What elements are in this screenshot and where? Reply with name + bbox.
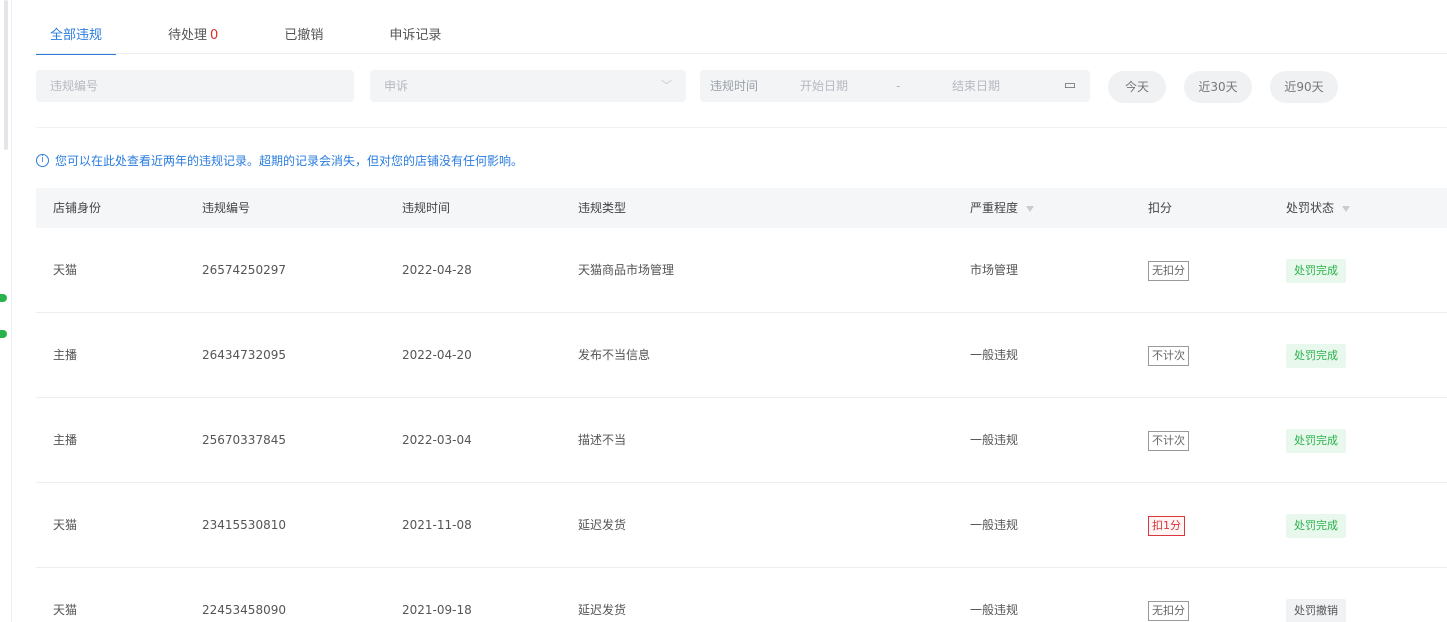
- filter-icon[interactable]: [1342, 205, 1351, 212]
- cell-severity: 一般违规: [970, 433, 1019, 447]
- cell-status: 处罚完成: [1286, 398, 1346, 483]
- cell-shop: 主播: [53, 348, 78, 362]
- cell-time: 2022-04-28: [402, 263, 472, 277]
- col-id-header: 违规编号: [202, 201, 251, 215]
- points-tag: 扣1分: [1148, 515, 1185, 536]
- cell-time: 2021-09-18: [402, 603, 472, 617]
- cell-severity: 一般违规: [970, 518, 1019, 532]
- col-type-header: 违规类型: [578, 201, 627, 215]
- cell-type: 描述不当: [578, 433, 627, 447]
- tab-revoked[interactable]: 已撤销: [270, 14, 337, 54]
- table-row: 天猫 22453458090 2021-09-18 延迟发货 一般违规 无扣分 …: [36, 568, 1447, 622]
- end-date-input[interactable]: 结束日期: [952, 70, 1000, 102]
- status-badge: 处罚完成: [1286, 513, 1346, 538]
- header-label: 处罚状态: [1286, 201, 1335, 215]
- tab-pending[interactable]: 待处理 0: [154, 14, 232, 54]
- left-rail: [0, 0, 12, 622]
- cell-points: 不计次: [1148, 313, 1189, 398]
- last-30-days-button[interactable]: 近30天: [1184, 71, 1252, 103]
- cell-id: 23415530810: [202, 518, 286, 532]
- cell-severity: 一般违规: [970, 603, 1019, 617]
- cell-shop: 天猫: [53, 603, 78, 617]
- cell-points: 无扣分: [1148, 228, 1189, 313]
- table-row: 主播 25670337845 2022-03-04 描述不当 一般违规 不计次 …: [36, 398, 1447, 483]
- select-value: 申诉: [384, 79, 409, 93]
- tab-appeal-records[interactable]: 申诉记录: [375, 14, 455, 54]
- chevron-down-icon: ﹀: [661, 79, 672, 92]
- cell-shop: 天猫: [53, 518, 78, 532]
- cell-severity: 一般违规: [970, 348, 1019, 362]
- cell-severity: 市场管理: [970, 263, 1019, 277]
- filter-icon[interactable]: [1026, 205, 1035, 212]
- cell-id: 26434732095: [202, 348, 286, 362]
- tab-label: 待处理: [168, 28, 208, 43]
- status-badge: 处罚完成: [1286, 258, 1346, 283]
- scrollbar[interactable]: [4, 0, 8, 150]
- cell-id: 22453458090: [202, 603, 286, 617]
- calendar-icon[interactable]: ▭: [1064, 70, 1076, 102]
- cell-type: 延迟发货: [578, 518, 627, 532]
- filter-divider: [36, 127, 1447, 128]
- info-icon: i: [36, 154, 49, 167]
- status-badge: 处罚撤销: [1286, 598, 1346, 622]
- col-shop-header: 店铺身份: [53, 201, 102, 215]
- cell-status: 处罚撤销: [1286, 568, 1346, 622]
- cell-status: 处罚完成: [1286, 228, 1346, 313]
- col-status-header[interactable]: 处罚状态: [1286, 188, 1351, 228]
- col-severity-header[interactable]: 严重程度: [970, 188, 1035, 228]
- cell-time: 2022-03-04: [402, 433, 472, 447]
- table-row: 主播 26434732095 2022-04-20 发布不当信息 一般违规 不计…: [36, 313, 1447, 398]
- pending-count: 0: [210, 28, 219, 43]
- cell-points: 不计次: [1148, 398, 1189, 483]
- cell-time: 2021-11-08: [402, 518, 472, 532]
- status-dot-icon: [0, 330, 7, 338]
- points-tag: 无扣分: [1148, 260, 1189, 281]
- cell-status: 处罚完成: [1286, 313, 1346, 398]
- date-range-label: 违规时间: [710, 79, 759, 93]
- col-points-header: 扣分: [1148, 201, 1173, 215]
- table-header: 店铺身份 违规编号 违规时间 违规类型 严重程度 扣分 处罚状态: [36, 188, 1447, 228]
- tab-all-violations[interactable]: 全部违规: [36, 14, 117, 55]
- filter-bar: 违规编号 申诉 ﹀ 违规时间 开始日期 - 结束日期 ▭ 今天 近30天 近90…: [36, 70, 1447, 104]
- today-button[interactable]: 今天: [1108, 71, 1166, 103]
- cell-type: 发布不当信息: [578, 348, 651, 362]
- notice-text: 您可以在此处查看近两年的违规记录。超期的记录会消失，但对您的店铺没有任何影响。: [55, 154, 524, 168]
- col-time-header: 违规时间: [402, 201, 451, 215]
- date-range-picker[interactable]: 违规时间 开始日期 - 结束日期 ▭: [700, 70, 1090, 102]
- cell-shop: 天猫: [53, 263, 78, 277]
- cell-type: 天猫商品市场管理: [578, 263, 675, 277]
- cell-time: 2022-04-20: [402, 348, 472, 362]
- points-tag: 不计次: [1148, 345, 1189, 366]
- header-label: 严重程度: [970, 201, 1019, 215]
- tab-divider: [36, 53, 1447, 54]
- appeal-select[interactable]: 申诉 ﹀: [370, 70, 686, 102]
- info-notice: i 您可以在此处查看近两年的违规记录。超期的记录会消失，但对您的店铺没有任何影响…: [36, 152, 523, 169]
- tab-label: 全部违规: [50, 28, 103, 43]
- status-dot-icon: [0, 294, 7, 302]
- cell-shop: 主播: [53, 433, 78, 447]
- points-tag: 无扣分: [1148, 600, 1189, 621]
- last-90-days-button[interactable]: 近90天: [1270, 71, 1338, 103]
- cell-status: 处罚完成: [1286, 483, 1346, 568]
- cell-points: 扣1分: [1148, 483, 1185, 568]
- start-date-input[interactable]: 开始日期: [800, 70, 848, 102]
- tab-label: 申诉记录: [389, 28, 442, 43]
- cell-id: 26574250297: [202, 263, 286, 277]
- table-row: 天猫 23415530810 2021-11-08 延迟发货 一般违规 扣1分 …: [36, 483, 1447, 568]
- cell-type: 延迟发货: [578, 603, 627, 617]
- violation-id-input[interactable]: 违规编号: [36, 70, 354, 102]
- table-row: 天猫 26574250297 2022-04-28 天猫商品市场管理 市场管理 …: [36, 228, 1447, 313]
- tab-label: 已撤销: [284, 28, 324, 43]
- points-tag: 不计次: [1148, 430, 1189, 451]
- cell-points: 无扣分: [1148, 568, 1189, 622]
- status-badge: 处罚完成: [1286, 428, 1346, 453]
- range-separator: -: [896, 79, 901, 93]
- tab-bar: 全部违规 待处理 0 已撤销 申诉记录: [36, 14, 493, 55]
- status-badge: 处罚完成: [1286, 343, 1346, 368]
- input-placeholder: 违规编号: [50, 79, 99, 93]
- cell-id: 25670337845: [202, 433, 286, 447]
